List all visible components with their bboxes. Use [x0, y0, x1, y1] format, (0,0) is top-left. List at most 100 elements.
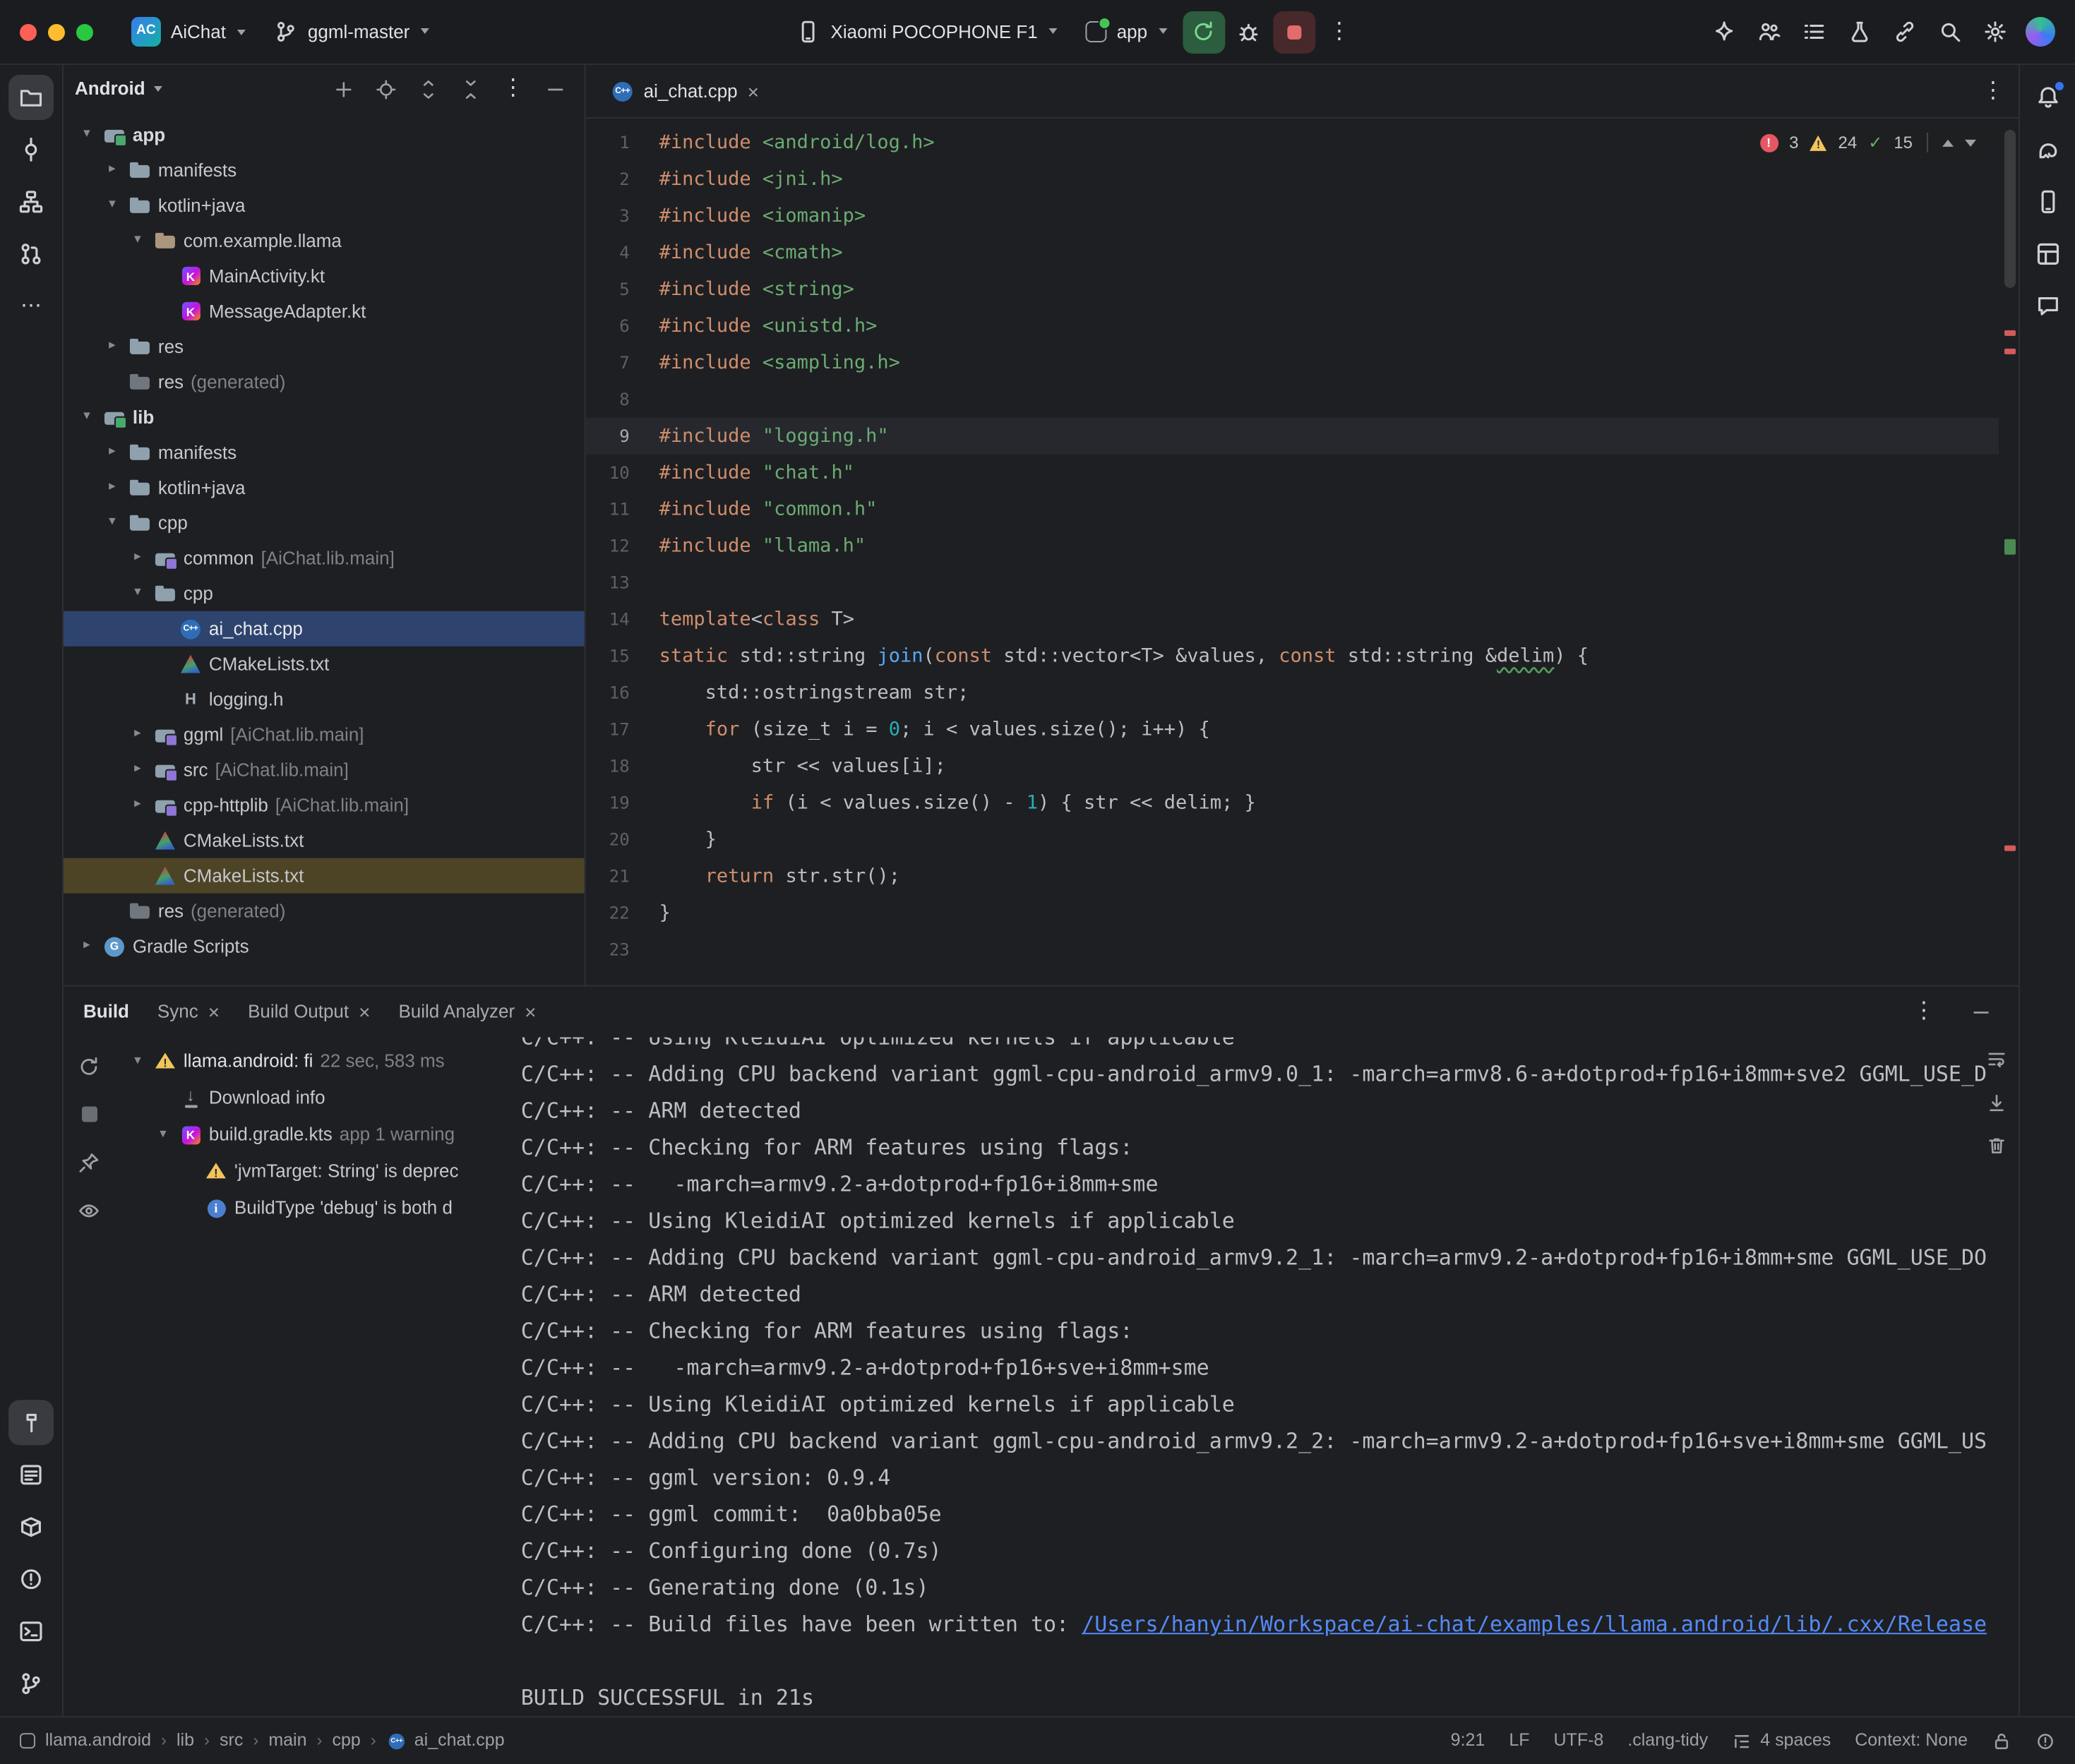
version-control-tool-icon[interactable] — [8, 1661, 54, 1706]
code-line[interactable]: 9#include "logging.h" — [586, 418, 1999, 455]
code-line[interactable]: 17 for (size_t i = 0; i < values.size();… — [586, 712, 1999, 748]
tree-item-cmakelists-txt[interactable]: CMakeLists.txt — [64, 823, 585, 858]
code-line[interactable]: 3#include <iomanip> — [586, 198, 1999, 234]
tree-item-cmakelists-txt[interactable]: CMakeLists.txt — [64, 858, 585, 894]
code-line[interactable]: 2#include <jni.h> — [586, 161, 1999, 198]
device-manager-tool-icon[interactable] — [2025, 179, 2070, 224]
editor-tabs-kebab[interactable]: ⋮ — [1982, 80, 2004, 102]
warning-count[interactable]: 24 — [1838, 131, 1858, 154]
chevron-down-icon[interactable]: ▾ — [128, 232, 147, 250]
tree-item-mainactivity-kt[interactable]: MainActivity.kt — [64, 258, 585, 294]
code-line[interactable]: 10#include "chat.h" — [586, 455, 1999, 491]
code-with-me-icon[interactable] — [1747, 11, 1790, 53]
error-stripe[interactable] — [2000, 119, 2019, 985]
tree-item-kotlin-java[interactable]: ▸kotlin+java — [64, 470, 585, 505]
tree-item-buildtype-debug-is-both-d[interactable]: BuildType 'debug' is both d — [114, 1189, 513, 1226]
chevron-right-icon[interactable]: ▸ — [128, 796, 147, 815]
gradle-tool-icon[interactable] — [2025, 127, 2070, 172]
inspections-widget[interactable]: 3 24 ✓ 15 — [1745, 126, 1990, 160]
code-line[interactable]: 20 } — [586, 822, 1999, 858]
tree-item-ggml[interactable]: ▸ggml[AiChat.lib.main] — [64, 717, 585, 752]
running-devices-tool-icon[interactable] — [2025, 232, 2070, 277]
tab-ai-chat-cpp[interactable]: ai_chat.cpp × — [600, 65, 770, 117]
tree-item-build-gradle-kts[interactable]: ▾build.gradle.ktsapp 1 warning — [114, 1116, 513, 1153]
tree-item-cpp[interactable]: ▾cpp — [64, 505, 585, 541]
code-line[interactable]: 19 if (i < values.size() - 1) { str << d… — [586, 785, 1999, 822]
tree-item-manifests[interactable]: ▸manifests — [64, 435, 585, 470]
code-line[interactable]: 11#include "common.h" — [586, 491, 1999, 528]
chevron-right-icon[interactable]: ▸ — [103, 337, 121, 356]
run-options-kebab[interactable]: ⋮ — [1318, 11, 1361, 53]
close-icon[interactable]: × — [525, 1002, 536, 1021]
code-line[interactable]: 7#include <sampling.h> — [586, 344, 1999, 381]
add-button[interactable] — [326, 71, 361, 107]
experiments-icon[interactable] — [1838, 11, 1880, 53]
terminal-tool-icon[interactable] — [8, 1609, 54, 1654]
tree-item-res[interactable]: res(generated) — [64, 364, 585, 400]
chevron-down-icon[interactable]: ▾ — [103, 196, 121, 215]
rerun-build-button[interactable] — [71, 1048, 107, 1084]
search-everywhere-icon[interactable] — [1928, 11, 1971, 53]
app-quality-insights-tool-icon[interactable] — [2025, 284, 2070, 329]
code-line[interactable]: 14template<class T> — [586, 601, 1999, 638]
chevron-down-icon[interactable]: ▾ — [128, 584, 147, 603]
stop-button[interactable] — [1273, 11, 1315, 53]
console-link[interactable]: /Users/hanyin/Workspace/ai-chat/examples… — [1082, 1612, 1987, 1637]
settings-icon[interactable] — [1973, 11, 2016, 53]
code-line[interactable]: 15static std::string join(const std::vec… — [586, 638, 1999, 675]
project-options-kebab[interactable]: ⋮ — [496, 71, 531, 107]
chevron-right-icon[interactable]: ▸ — [103, 443, 121, 462]
editor-scrollbar[interactable] — [2004, 130, 2015, 288]
stop-build-button[interactable] — [71, 1096, 107, 1132]
tree-item-cpp-httplib[interactable]: ▸cpp-httplib[AiChat.lib.main] — [64, 788, 585, 823]
link-icon[interactable] — [1883, 11, 1925, 53]
tree-item-cmakelists-txt[interactable]: CMakeLists.txt — [64, 647, 585, 682]
tree-item-logging-h[interactable]: logging.h — [64, 682, 585, 717]
tree-item-manifests[interactable]: ▸manifests — [64, 152, 585, 188]
locate-file-button[interactable] — [369, 71, 404, 107]
chevron-down-icon[interactable]: ▾ — [128, 1052, 147, 1071]
chevron-right-icon[interactable]: ▸ — [128, 761, 147, 779]
hide-project-panel-button[interactable] — [538, 71, 573, 107]
chevron-down-icon[interactable]: ▾ — [154, 1126, 172, 1144]
scroll-to-end-icon[interactable] — [1986, 1092, 2007, 1120]
tree-item-gradle-scripts[interactable]: ▸Gradle Scripts — [64, 929, 585, 964]
tree-item-cpp[interactable]: ▾cpp — [64, 576, 585, 611]
context-widget[interactable]: Context: None — [1855, 1729, 1968, 1753]
close-window-button[interactable] — [20, 23, 37, 40]
line-separator-widget[interactable]: LF — [1509, 1729, 1529, 1753]
breadcrumb-item[interactable]: main — [268, 1729, 306, 1753]
tree-item-download-info[interactable]: Download info — [114, 1079, 513, 1116]
tab-build-analyzer[interactable]: Build Analyzer× — [398, 1000, 536, 1024]
run-button[interactable] — [1183, 11, 1225, 53]
soft-wrap-icon[interactable] — [1986, 1048, 2007, 1076]
code-line[interactable]: 21 return str.str(); — [586, 858, 1999, 895]
tree-item-ai-chat-cpp[interactable]: ai_chat.cpp — [64, 611, 585, 647]
code-line[interactable]: 13 — [586, 565, 1999, 601]
more-tool-windows-icon[interactable]: ⋯ — [8, 284, 54, 329]
tab-build-output[interactable]: Build Output× — [248, 1000, 370, 1024]
chevron-right-icon[interactable]: ▸ — [78, 937, 96, 956]
code-line[interactable]: 23 — [586, 932, 1999, 968]
chevron-right-icon[interactable]: ▸ — [128, 726, 147, 744]
indent-widget[interactable]: 4 spaces — [1732, 1729, 1831, 1753]
todo-list-icon[interactable] — [1793, 11, 1835, 53]
error-mark[interactable] — [2004, 349, 2015, 354]
close-tab-icon[interactable]: × — [748, 81, 759, 101]
error-mark[interactable] — [2004, 330, 2015, 336]
build-tool-icon[interactable] — [8, 1400, 54, 1445]
ai-assistant-icon[interactable] — [1702, 11, 1745, 53]
tree-item-kotlin-java[interactable]: ▾kotlin+java — [64, 188, 585, 223]
code-line[interactable]: 5#include <string> — [586, 271, 1999, 308]
commit-tool-icon[interactable] — [8, 127, 54, 172]
code-editor[interactable]: 1#include <android/log.h>2#include <jni.… — [586, 119, 2019, 985]
tree-item-jvmtarget-string-is-deprec[interactable]: 'jvmTarget: String' is deprec — [114, 1153, 513, 1189]
code-line[interactable]: 8 — [586, 381, 1999, 418]
tree-item-app[interactable]: ▾app — [64, 117, 585, 152]
build-options-kebab[interactable]: ⋮ — [1913, 1001, 1935, 1024]
error-mark[interactable] — [2004, 846, 2015, 851]
device-explorer-tool-icon[interactable] — [8, 1504, 54, 1549]
caret-position-widget[interactable]: 9:21 — [1451, 1729, 1485, 1753]
fullscreen-window-button[interactable] — [76, 23, 93, 40]
next-issue-button[interactable] — [1965, 139, 1976, 146]
